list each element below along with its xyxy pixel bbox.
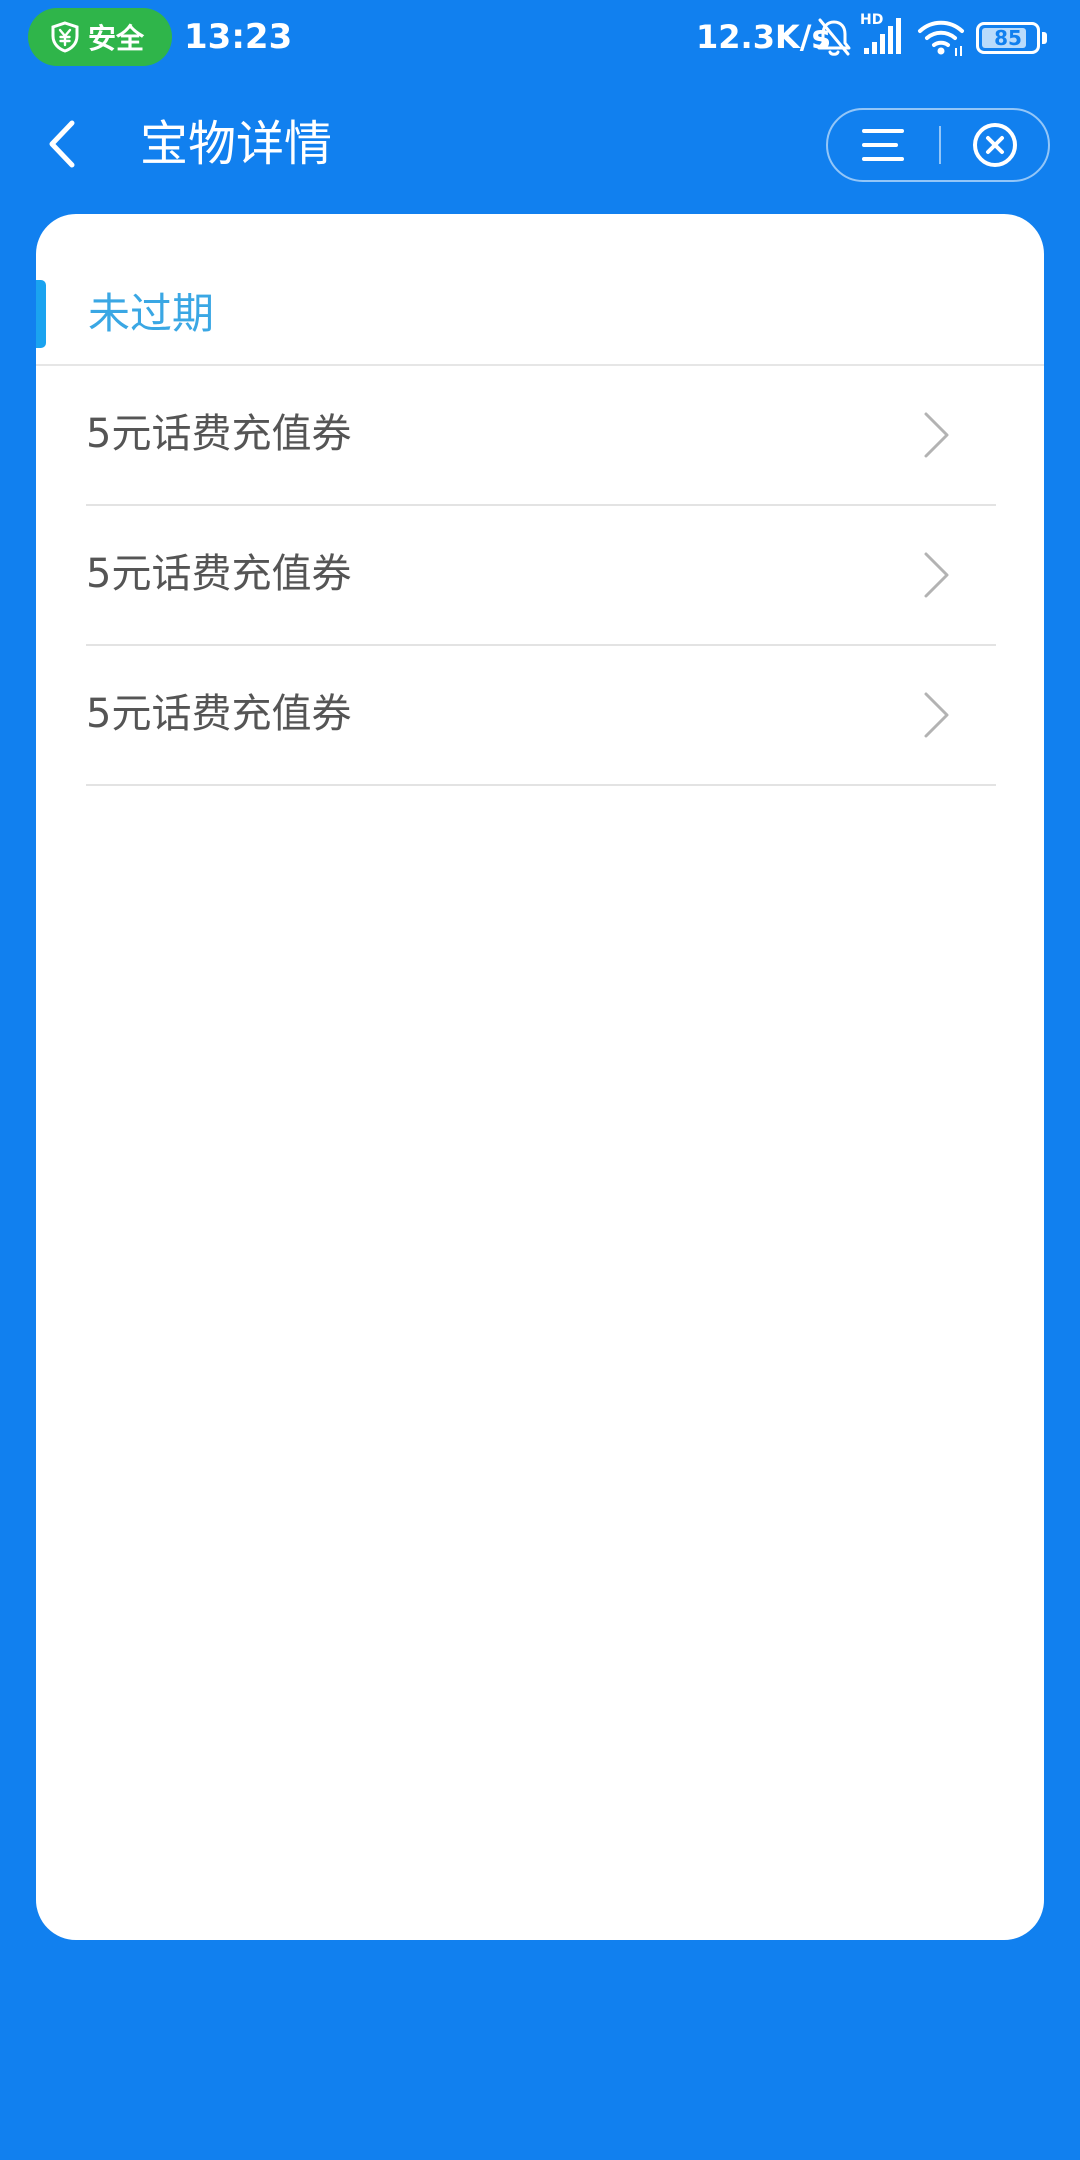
coupon-label: 5元话费充值券 — [86, 691, 352, 737]
page-title: 宝物详情 — [140, 116, 333, 172]
chevron-right-icon — [924, 552, 949, 598]
bell-off-icon — [817, 18, 851, 56]
mini-program-capsule — [826, 108, 1050, 182]
menu-button[interactable] — [828, 110, 938, 180]
signal-hd-badge: HD — [860, 12, 884, 28]
back-arrow-icon — [49, 120, 75, 168]
battery-cap — [1042, 32, 1047, 44]
coupon-label: 5元话费充值券 — [86, 551, 352, 597]
coupon-list: 5元话费充值券 5元话费充值券 5元话费充值券 — [86, 366, 996, 786]
close-button[interactable] — [940, 110, 1050, 180]
chevron-right-icon — [924, 692, 949, 738]
coupon-item[interactable]: 5元话费充值券 — [86, 366, 996, 506]
coupon-label: 5元话费充值券 — [86, 411, 352, 457]
status-time: 13:23 — [184, 17, 293, 57]
signal-icon: HD — [858, 12, 906, 56]
menu-icon — [862, 129, 904, 161]
content-card: 未过期 5元话费充值券 5元话费充值券 5元话费充值券 — [36, 214, 1044, 1940]
coupon-item[interactable]: 5元话费充值券 — [86, 646, 996, 786]
chevron-right-icon — [924, 412, 949, 458]
safety-badge[interactable]: 安全 — [28, 8, 172, 66]
safety-label: 安全 — [88, 22, 145, 55]
shield-yen-icon — [51, 21, 79, 53]
battery-percent: 85 — [994, 26, 1022, 50]
battery-icon: 85 — [976, 22, 1040, 54]
section-header: 未过期 — [36, 214, 1044, 366]
coupon-item[interactable]: 5元话费充值券 — [86, 506, 996, 646]
section-title: 未过期 — [88, 289, 215, 338]
network-speed: 12.3K/s — [696, 18, 831, 56]
close-circle-icon — [973, 123, 1017, 167]
back-button[interactable] — [30, 108, 94, 180]
wifi-icon — [918, 20, 964, 56]
section-indicator — [36, 280, 46, 348]
status-bar: 安全 13:23 12.3K/s HD 85 — [0, 0, 1080, 76]
